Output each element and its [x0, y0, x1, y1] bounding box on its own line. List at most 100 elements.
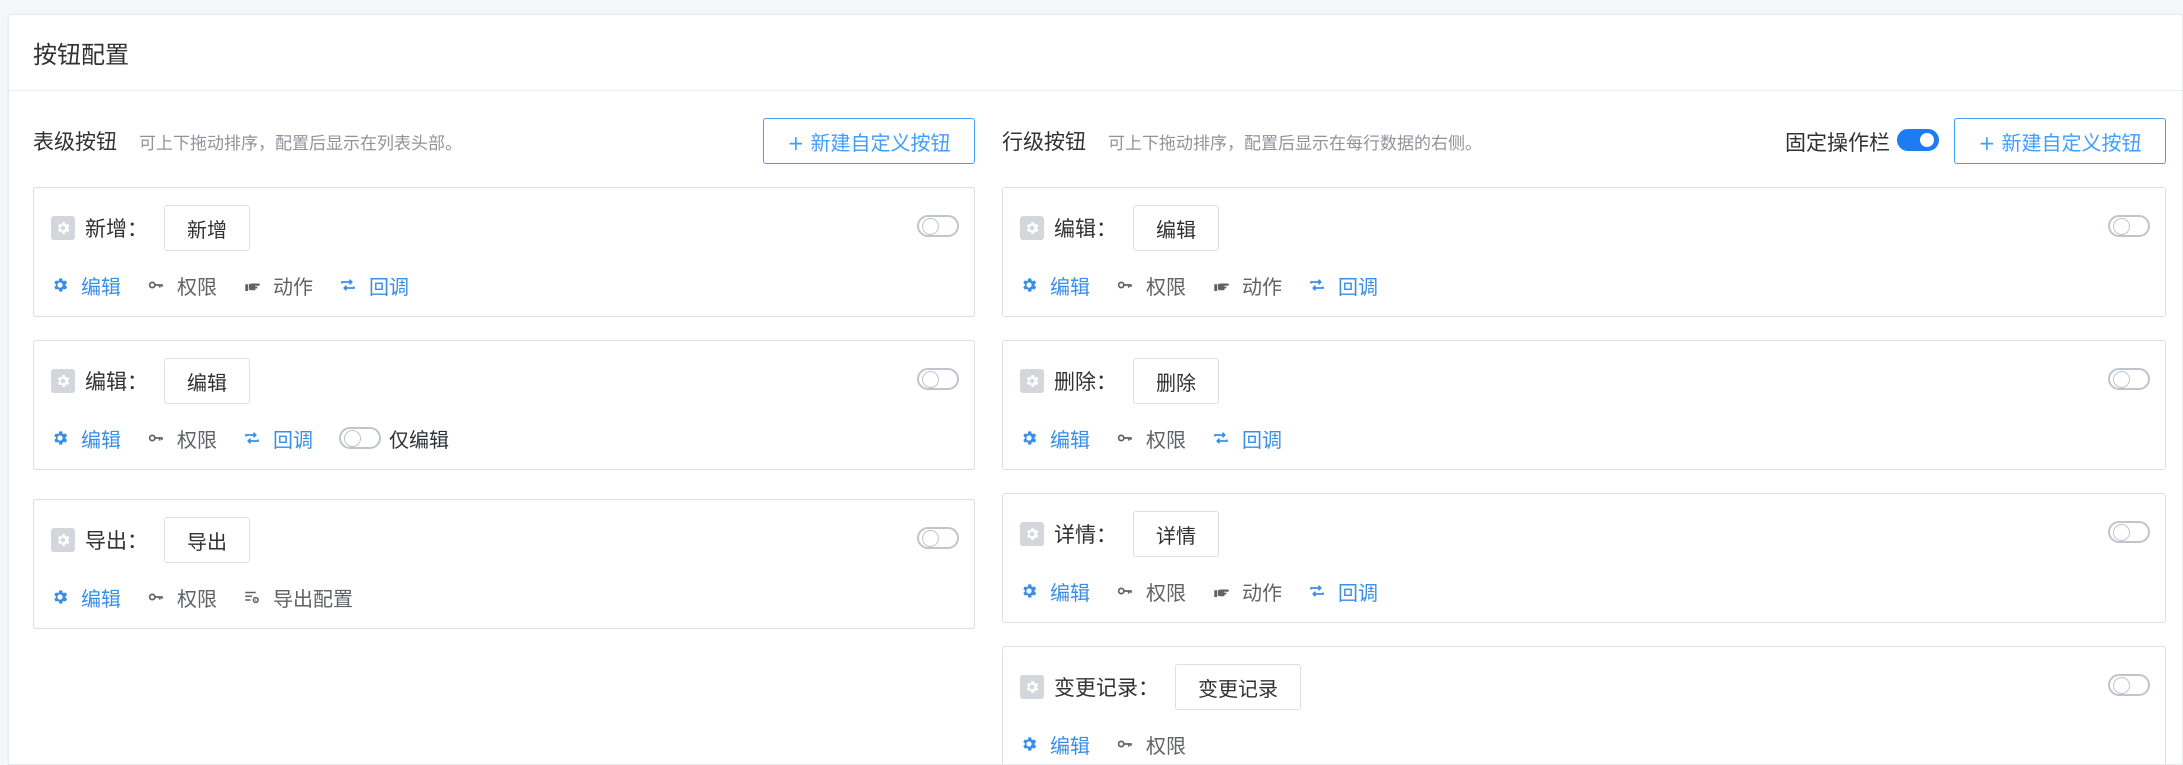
action-label: 编辑	[1050, 580, 1090, 605]
drag-settings-icon[interactable]	[1020, 369, 1044, 393]
button-card-actions: 编辑 权限 导出配置	[51, 582, 379, 612]
action-repeat[interactable]: 回调	[339, 271, 409, 300]
button-card-header: 变更记录： 变更记录	[1020, 663, 1301, 711]
action-key[interactable]: 权限	[1116, 577, 1186, 606]
key-icon	[1116, 429, 1146, 447]
button-name-label: 新增：	[85, 217, 148, 241]
drag-settings-icon[interactable]	[51, 369, 75, 393]
button-enable-toggle[interactable]	[2108, 368, 2150, 390]
key-icon	[147, 276, 177, 294]
action-gear[interactable]: 编辑	[51, 583, 121, 612]
action-label: 编辑	[1050, 427, 1090, 452]
gear-icon	[1020, 429, 1050, 447]
button-enable-toggle[interactable]	[917, 368, 959, 390]
drag-settings-icon[interactable]	[1020, 216, 1044, 240]
action-label: 权限	[177, 427, 217, 452]
button-card[interactable]: 删除： 删除 编辑 权限 回调	[1002, 340, 2166, 470]
button-name-label: 详情：	[1054, 523, 1117, 547]
action-gear[interactable]: 编辑	[51, 271, 121, 300]
button-card-header: 新增： 新增	[51, 204, 250, 252]
button-enable-toggle[interactable]	[2108, 215, 2150, 237]
action-label: 编辑	[81, 586, 121, 611]
button-preview[interactable]: 详情	[1133, 511, 1219, 557]
button-card-header: 编辑： 编辑	[1020, 204, 1219, 252]
button-card[interactable]: 编辑： 编辑 编辑 权限 动作 回调	[1002, 187, 2166, 317]
fixed-action-column-toggle[interactable]	[1897, 129, 1939, 151]
table-new-custom-button[interactable]: + 新建自定义按钮	[763, 118, 975, 164]
key-icon	[147, 429, 177, 447]
button-name-label: 导出：	[85, 529, 148, 553]
action-label: 权限	[177, 586, 217, 611]
button-preview[interactable]: 编辑	[164, 358, 250, 404]
action-label: 权限	[1146, 274, 1186, 299]
button-enable-toggle[interactable]	[2108, 521, 2150, 543]
action-key[interactable]: 权限	[1116, 424, 1186, 453]
action-export-settings[interactable]: 导出配置	[243, 583, 353, 612]
page-title: 按钮配置	[33, 41, 129, 69]
button-card-actions: 编辑 权限 动作 回调	[51, 270, 435, 300]
button-enable-toggle[interactable]	[917, 215, 959, 237]
button-card-header: 导出： 导出	[51, 516, 250, 564]
repeat-icon	[1308, 582, 1338, 600]
button-card[interactable]: 编辑： 编辑 编辑 权限 回调 仅编辑	[33, 340, 975, 470]
action-label: 编辑	[81, 274, 121, 299]
action-label: 编辑	[1050, 274, 1090, 299]
hand-pointer-icon	[243, 276, 273, 294]
action-repeat[interactable]: 回调	[1308, 577, 1378, 606]
drag-settings-icon[interactable]	[1020, 522, 1044, 546]
gear-icon	[51, 276, 81, 294]
button-card[interactable]: 新增： 新增编辑 权限 动作 回调	[33, 187, 975, 317]
button-preview[interactable]: 编辑	[1133, 205, 1219, 251]
action-gear[interactable]: 编辑	[51, 424, 121, 453]
action-key[interactable]: 权限	[147, 271, 217, 300]
button-card[interactable]: 导出： 导出编辑 权限 导出配置	[33, 499, 975, 629]
button-preview[interactable]: 导出	[164, 517, 250, 563]
button-preview[interactable]: 删除	[1133, 358, 1219, 404]
button-card[interactable]: 详情： 详情编辑 权限 动作 回调	[1002, 493, 2166, 623]
edit-only-toggle[interactable]	[339, 427, 381, 449]
action-label: 回调	[1338, 580, 1378, 605]
row-section-desc: 可上下拖动排序，配置后显示在每行数据的右侧。	[1108, 133, 1482, 154]
button-name-label: 编辑：	[85, 370, 148, 394]
action-repeat[interactable]: 回调	[243, 424, 313, 453]
button-card[interactable]: 变更记录： 变更记录编辑 权限	[1002, 646, 2166, 764]
action-key[interactable]: 权限	[1116, 271, 1186, 300]
row-new-custom-button[interactable]: + 新建自定义按钮	[1954, 118, 2166, 164]
button-preview[interactable]: 新增	[164, 205, 250, 251]
action-gear[interactable]: 编辑	[1020, 424, 1090, 453]
key-icon	[1116, 276, 1146, 294]
repeat-icon	[243, 429, 273, 447]
action-key[interactable]: 权限	[147, 583, 217, 612]
action-label: 权限	[1146, 580, 1186, 605]
action-gear[interactable]: 编辑	[1020, 577, 1090, 606]
button-enable-toggle[interactable]	[2108, 674, 2150, 696]
action-hand-pointer[interactable]: 动作	[1212, 271, 1282, 300]
button-enable-toggle[interactable]	[917, 527, 959, 549]
button-card-actions: 编辑 权限 回调	[1020, 423, 1308, 453]
drag-settings-icon[interactable]	[51, 528, 75, 552]
drag-settings-icon[interactable]	[1020, 675, 1044, 699]
action-repeat[interactable]: 回调	[1212, 424, 1282, 453]
action-gear[interactable]: 编辑	[1020, 730, 1090, 759]
button-preview[interactable]: 变更记录	[1175, 664, 1301, 710]
button-card-actions: 编辑 权限 动作 回调	[1020, 270, 1404, 300]
action-gear[interactable]: 编辑	[1020, 271, 1090, 300]
action-repeat[interactable]: 回调	[1308, 271, 1378, 300]
action-hand-pointer[interactable]: 动作	[1212, 577, 1282, 606]
button-card-actions: 编辑 权限	[1020, 729, 1212, 759]
action-label: 动作	[1242, 274, 1282, 299]
export-settings-icon	[243, 588, 273, 606]
gear-icon	[1020, 582, 1050, 600]
action-label: 回调	[369, 274, 409, 299]
action-hand-pointer[interactable]: 动作	[243, 271, 313, 300]
action-key[interactable]: 权限	[147, 424, 217, 453]
action-key[interactable]: 权限	[1116, 730, 1186, 759]
button-card-header: 详情： 详情	[1020, 510, 1219, 558]
button-card-actions: 编辑 权限 回调 仅编辑	[51, 423, 449, 453]
gear-icon	[51, 588, 81, 606]
repeat-icon	[1212, 429, 1242, 447]
key-icon	[1116, 582, 1146, 600]
table-section-bar: 表级按钮 可上下拖动排序，配置后显示在列表头部。	[33, 117, 462, 165]
drag-settings-icon[interactable]	[51, 216, 75, 240]
button-config-panel: 按钮配置 表级按钮 可上下拖动排序，配置后显示在列表头部。 + 新建自定义按钮 …	[8, 14, 2183, 765]
